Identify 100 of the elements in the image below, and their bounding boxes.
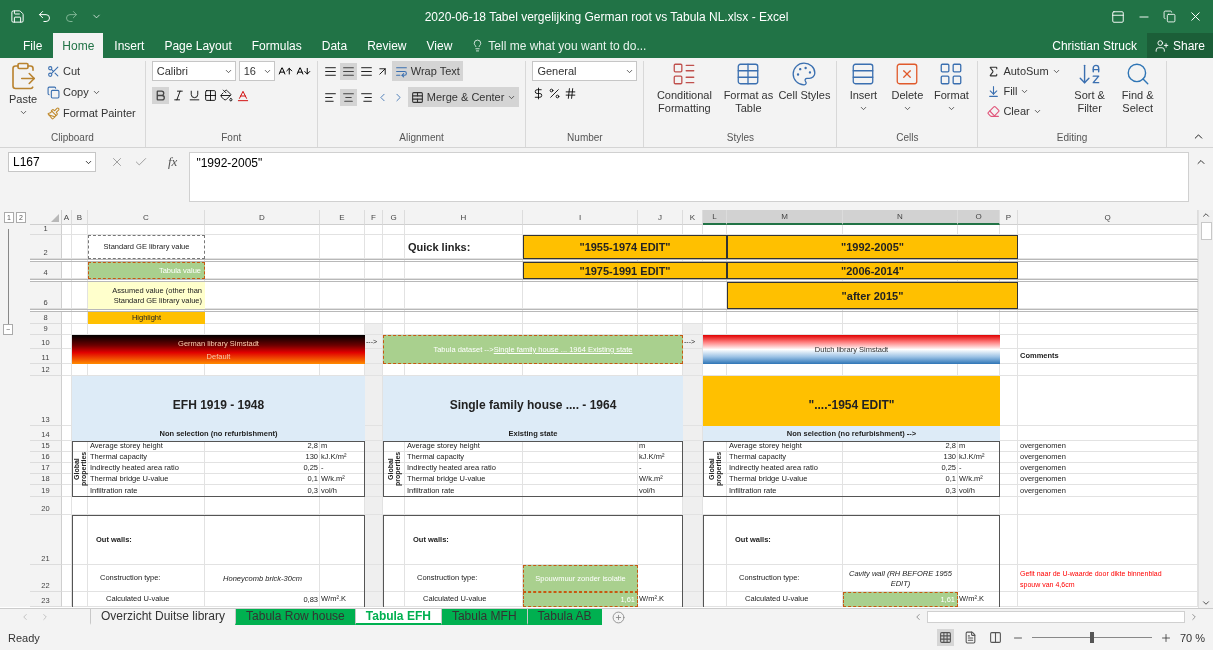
merge-center-button[interactable]: Merge & Center [407, 87, 520, 107]
column-header[interactable]: Q [1018, 210, 1198, 225]
caret-icon [946, 104, 956, 113]
restore-icon[interactable] [1163, 10, 1176, 23]
ribbon-tab[interactable]: Review [358, 33, 416, 58]
cells-command-button[interactable]: Delete [887, 61, 928, 132]
column-header[interactable]: K [683, 210, 703, 225]
column-header[interactable]: M [727, 210, 843, 225]
ribbon-display-icon[interactable] [1111, 9, 1125, 24]
bold-button[interactable] [151, 87, 169, 104]
section-title: EFH 1919 - 1948 [72, 376, 365, 426]
palette-icon [791, 61, 818, 87]
insert-function-button[interactable]: fx [162, 152, 184, 172]
font-size-field[interactable]: 16 [238, 61, 275, 81]
copy-button[interactable]: Copy [44, 82, 139, 102]
page-icon [963, 631, 977, 644]
format-painter-button[interactable]: Format Painter [44, 103, 139, 123]
column-header[interactable]: N [843, 210, 958, 225]
vertical-scrollbar[interactable] [1198, 210, 1213, 608]
font-color-icon[interactable] [235, 88, 250, 103]
align-bottom-icon[interactable] [359, 64, 373, 78]
user-plus-icon [1154, 38, 1169, 53]
align-top-icon[interactable] [323, 64, 337, 78]
number-format-field[interactable]: General [532, 61, 638, 81]
paste-button[interactable]: Paste [6, 61, 40, 132]
quick-link-button[interactable]: "1992-2005" [727, 235, 1018, 259]
sheet-tab[interactable]: Tabula MFH [440, 609, 527, 625]
normal-view-button[interactable] [936, 629, 954, 646]
cells-command-button[interactable]: Insert [843, 61, 884, 132]
clear-button[interactable]: Clear [984, 101, 1064, 121]
autosum-button[interactable]: AutoSum [984, 61, 1064, 81]
ribbon-tab[interactable]: Data [312, 33, 357, 58]
close-icon[interactable] [1188, 9, 1203, 24]
align-right-icon[interactable] [359, 90, 373, 104]
zoom-slider-thumb[interactable] [1089, 632, 1094, 643]
fill-color-icon[interactable] [219, 89, 233, 102]
group-label: Number [566, 132, 604, 145]
name-box[interactable]: L167 [8, 152, 96, 172]
column-header[interactable]: L [703, 210, 727, 225]
cut-button[interactable]: Cut [44, 61, 139, 81]
align-left-icon[interactable] [323, 90, 337, 104]
group-label: Cells [895, 132, 920, 145]
caret-icon [902, 104, 912, 113]
wrap-text-button[interactable]: Wrap Text [391, 61, 463, 81]
column-header[interactable]: J [638, 210, 683, 225]
status-text: Ready [8, 631, 40, 644]
styles-command-button[interactable]: Conditional Formatting [650, 61, 719, 132]
column-header[interactable]: B [72, 210, 88, 225]
ribbon-tab[interactable]: Page Layout [155, 33, 241, 58]
zoom-in-icon[interactable] [1159, 631, 1172, 644]
ribbon-tab[interactable]: Home [53, 33, 104, 58]
horizontal-scrollbar[interactable] [927, 611, 1185, 623]
editing-command-button[interactable]: Sort & Filter [1067, 61, 1112, 132]
styles-command-button[interactable]: Cell Styles [778, 61, 831, 132]
cells-command-button[interactable]: Format [931, 61, 972, 132]
quick-link-button[interactable]: "1955-1974 EDIT" [523, 235, 727, 259]
column-header[interactable]: C [88, 210, 205, 225]
zoom-level: 70 % [1179, 631, 1205, 644]
sheet-tab[interactable]: Tabula Row house [235, 609, 355, 625]
formula-field[interactable]: "1992-2005" [189, 152, 1189, 202]
wrap-icon [394, 64, 408, 78]
window-title: 2020-06-18 Tabel vergelijking German root vs Tabula NL.xlsx - Excel [423, 9, 790, 24]
add-sheet-icon[interactable] [611, 610, 625, 624]
scroll-up-icon[interactable] [1201, 210, 1211, 220]
quick-link-button[interactable]: "2006-2014" [727, 262, 1018, 279]
scrollbar-thumb[interactable] [1200, 222, 1212, 240]
align-middle-button[interactable] [339, 62, 357, 80]
column-header[interactable]: O [958, 210, 1000, 225]
column-header[interactable]: P [1000, 210, 1018, 225]
scroll-down-icon[interactable] [1201, 598, 1211, 608]
quick-link-button[interactable]: "after 2015" [727, 282, 1018, 309]
column-header[interactable]: D [205, 210, 320, 225]
tell-me-field[interactable]: Tell me what you want to do... [463, 33, 655, 58]
percent-icon[interactable] [548, 87, 562, 100]
group-label: Alignment [398, 132, 445, 145]
ribbon-tab[interactable]: Insert [105, 33, 154, 58]
column-header[interactable]: F [365, 210, 383, 225]
column-header[interactable]: I [523, 210, 638, 225]
sheet-tab[interactable]: Tabula AB [526, 609, 602, 625]
editing-command-button[interactable]: Find & Select [1115, 61, 1160, 132]
styles-command-button[interactable]: Format as Table [722, 61, 775, 132]
column-header[interactable]: H [405, 210, 523, 225]
column-header[interactable]: E [320, 210, 365, 225]
italic-icon[interactable] [171, 89, 185, 102]
eraser-icon [987, 104, 1001, 118]
ribbon-tab[interactable]: View [417, 33, 462, 58]
underline-icon[interactable] [187, 89, 201, 102]
hash-icon[interactable] [564, 87, 578, 100]
fill-button[interactable]: Fill [984, 81, 1064, 101]
align-center-button[interactable] [339, 88, 357, 106]
undo-icon[interactable] [37, 9, 52, 24]
quick-link-button[interactable]: "1975-1991 EDIT" [523, 262, 727, 279]
share-button[interactable]: Share [1146, 33, 1213, 58]
font-name-field[interactable]: Calibri [151, 61, 236, 81]
column-header[interactable]: G [383, 210, 405, 225]
ribbon-tab[interactable]: File [14, 33, 52, 58]
borders-icon[interactable] [203, 89, 217, 102]
ribbon-tab[interactable]: Formulas [242, 33, 311, 58]
save-icon[interactable] [10, 9, 25, 24]
user-name[interactable]: Christian Struck [1044, 33, 1145, 58]
